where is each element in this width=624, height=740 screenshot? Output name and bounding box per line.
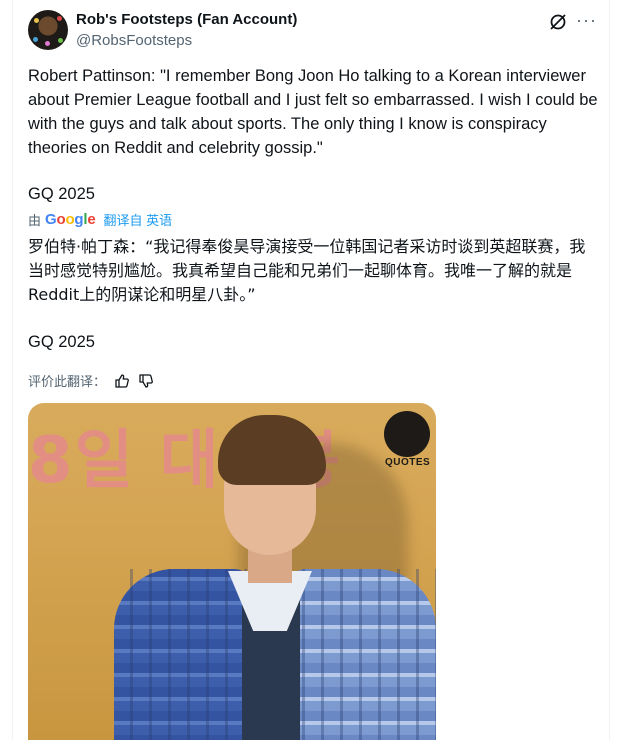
translated-by-label: 由 [28,213,42,228]
jacket-left [114,569,254,740]
tweet-source: GQ 2025 [28,185,95,203]
translated-source: GQ 2025 [28,333,95,351]
avatar[interactable] [28,10,68,50]
translated-from-link[interactable]: 翻译自 英语 [104,210,173,229]
thumbs-up-icon[interactable] [114,373,130,389]
jacket-right [286,569,436,740]
quotes-badge-logo [384,411,430,457]
tweet-text: Robert Pattinson: "I remember Bong Joon … [28,67,603,157]
rate-translation-label: 评价此翻译： [28,375,107,390]
translation-attribution: 由 Google 翻译自 英语 [28,210,172,229]
author-name[interactable]: Rob's Footsteps (Fan Account) [76,11,297,28]
google-logo: Google [45,211,96,228]
translated-text: 罗伯特·帕丁森：“我记得奉俊昊导演接受一位韩国记者采访时谈到英超联赛，我当时感觉… [28,237,586,304]
author-handle[interactable]: @RobsFootsteps [76,32,192,49]
tweet-photo[interactable]: 8일 대개봉 QUOTES [28,403,436,740]
more-icon[interactable]: ··· [576,10,596,30]
thumbs-down-icon[interactable] [138,373,154,389]
grok-icon[interactable] [548,12,568,32]
quotes-badge-label: QUOTES [385,457,431,468]
rate-translation-row: 评价此翻译： [28,371,154,390]
